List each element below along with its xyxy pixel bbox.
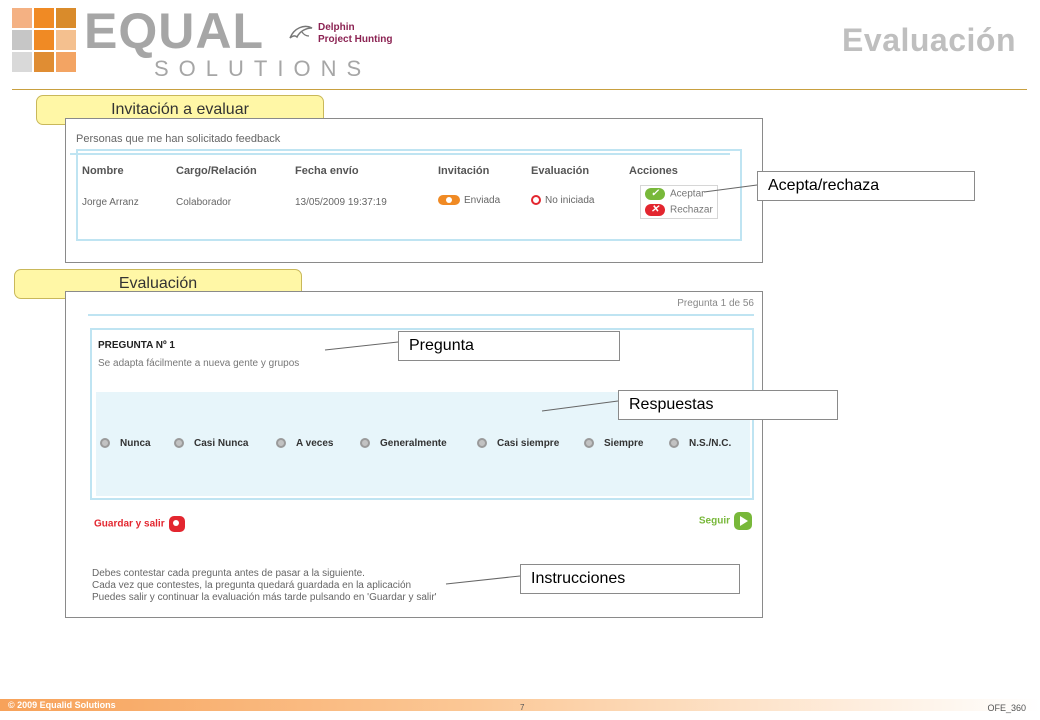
table-row: Jorge Arranz Colaborador 13/05/2009 19:3… (70, 183, 730, 223)
radio-icon (360, 438, 370, 449)
answer-option-generalmente[interactable]: Generalmente (360, 438, 447, 449)
close-icon: ✕ (645, 204, 665, 216)
callout-question: Pregunta (398, 331, 620, 361)
logo-square (34, 30, 54, 50)
equalid-logo: EQUAL SOLUTIONS Delphin Project Hunting (12, 3, 392, 80)
accept-label: Aceptar (670, 188, 705, 200)
page-title: Evaluación (842, 22, 1016, 58)
footer-page-number: 7 (520, 703, 525, 712)
row-date: 13/05/2009 19:37:19 (295, 197, 387, 208)
column-header-evaluation: Evaluación (531, 165, 590, 177)
radio-icon (174, 438, 184, 449)
question-text: Se adapta fácilmente a nueva gente y gru… (98, 358, 300, 369)
logo-square (56, 30, 76, 50)
answer-label: Casi siempre (497, 438, 560, 449)
callout-accept-reject: Acepta/rechaza (757, 171, 975, 201)
answer-label: A veces (296, 438, 334, 449)
logo-square (34, 52, 54, 72)
stop-icon (168, 516, 185, 532)
accept-button[interactable]: ✓ Aceptar (645, 188, 704, 200)
invitation-status: Enviada (438, 195, 500, 206)
answer-label: N.S./N.C. (689, 438, 732, 449)
instruction-line: Debes contestar cada pregunta antes de p… (92, 568, 365, 579)
logo-wordmark: EQUAL (84, 3, 264, 59)
instruction-line: Puedes salir y continuar la evaluación m… (92, 592, 437, 603)
row-role: Colaborador (176, 197, 232, 208)
radio-icon (100, 438, 110, 449)
partner-line-2: Project Hunting (318, 34, 393, 45)
panel-divider (88, 314, 754, 316)
answer-option-nunca[interactable]: Nunca (100, 438, 151, 449)
radio-icon (584, 438, 594, 449)
next-label: Seguir (698, 515, 730, 527)
column-header-invitation: Invitación (438, 165, 490, 177)
logo-square (12, 8, 32, 28)
row-name: Jorge Arranz (82, 197, 139, 208)
footer-document-code: OFE_360 (987, 703, 1026, 713)
dolphin-icon (289, 25, 313, 39)
sent-toggle-icon (438, 195, 460, 206)
answer-label: Generalmente (380, 438, 447, 449)
invitation-panel: Personas que me han solicitado feedback … (65, 118, 763, 263)
logo-square (12, 52, 32, 72)
answer-label: Casi Nunca (194, 438, 249, 449)
column-header-role: Cargo/Relación (176, 165, 257, 177)
not-started-icon (531, 195, 541, 206)
answer-option-siempre[interactable]: Siempre (584, 438, 643, 449)
instructions-text: Debes contestar cada pregunta antes de p… (92, 568, 437, 604)
reject-button[interactable]: ✕ Rechazar (645, 204, 713, 216)
radio-icon (669, 438, 679, 449)
footer-copyright: © 2009 Equalid Solutions (8, 700, 116, 710)
logo-square (56, 52, 76, 72)
answer-option-nsnc[interactable]: N.S./N.C. (669, 438, 731, 449)
answer-label: Siempre (604, 438, 644, 449)
evaluation-status: No iniciada (531, 195, 594, 206)
logo-grid-icon (12, 8, 76, 72)
invitation-status-label: Enviada (464, 195, 501, 206)
logo-subtitle: SOLUTIONS (154, 56, 372, 81)
actions-box: ✓ Aceptar ✕ Rechazar (640, 185, 718, 219)
check-icon: ✓ (645, 188, 665, 200)
logo-square (34, 8, 54, 28)
logo-square (12, 30, 32, 50)
reject-label: Rechazar (670, 204, 713, 216)
answer-option-casi-nunca[interactable]: Casi Nunca (174, 438, 248, 449)
partner-logo: Delphin Project Hunting (288, 20, 392, 60)
next-button[interactable]: Seguir (699, 512, 752, 530)
radio-icon (477, 438, 487, 449)
question-counter: Pregunta 1 de 56 (677, 298, 754, 309)
column-header-actions: Acciones (629, 165, 678, 177)
instruction-line: Cada vez que contestes, la pregunta qued… (92, 580, 412, 591)
radio-icon (276, 438, 286, 449)
header-divider (12, 89, 1027, 90)
column-header-name: Nombre (82, 165, 124, 177)
answer-label: Nunca (120, 438, 151, 449)
save-and-exit-label: Guardar y salir (94, 518, 165, 530)
callout-answers: Respuestas (618, 390, 838, 420)
column-header-date: Fecha envío (295, 165, 359, 177)
evaluation-status-label: No iniciada (545, 195, 595, 206)
save-and-exit-button[interactable]: Guardar y salir (94, 516, 185, 532)
partner-name: Delphin Project Hunting (318, 22, 392, 46)
partner-line-1: Delphin (318, 22, 355, 33)
answer-option-casi-siempre[interactable]: Casi siempre (477, 438, 559, 449)
logo-square (56, 8, 76, 28)
callout-instructions: Instrucciones (520, 564, 740, 594)
question-title: PREGUNTA Nº 1 (98, 340, 175, 351)
play-icon (734, 512, 752, 530)
table-header: Nombre Cargo/Relación Fecha envío Invita… (70, 135, 730, 177)
answer-option-a-veces[interactable]: A veces (276, 438, 333, 449)
